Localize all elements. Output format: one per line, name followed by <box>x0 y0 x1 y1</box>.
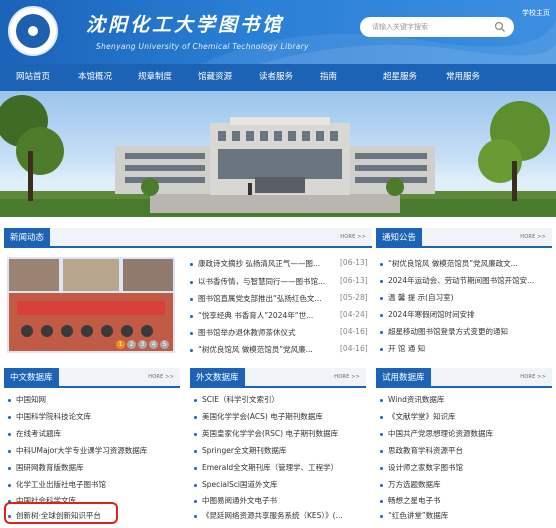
trial-db-item[interactable]: 思政教育学科资源平台 <box>380 445 463 456</box>
cn-db-panel-title: 中文数据库 <box>4 368 59 388</box>
en-db-item[interactable]: 《昆廷网络资源共享服务系统（KES）》(... <box>194 510 368 521</box>
nav-item-about[interactable]: 本馆概况 <box>78 64 112 91</box>
notice-item[interactable]: 2024年寒假闭馆时间安排 <box>380 309 552 320</box>
trial-db-panel-title: 试用数据库 <box>376 368 431 388</box>
university-logo[interactable] <box>8 6 58 56</box>
cn-db-more-link[interactable]: HORE >> <box>148 374 174 380</box>
notice-more-link[interactable]: HORE >> <box>520 234 546 240</box>
en-db-item[interactable]: 英国皇家化学学会(RSC) 电子期刊数据库 <box>194 428 368 439</box>
trial-db-item[interactable]: “红色讲堂”数据库 <box>380 510 448 521</box>
pager-dot-4[interactable]: 4 <box>149 340 158 349</box>
pager-dot-3[interactable]: 3 <box>138 340 147 349</box>
cn-db-item[interactable]: 在线考试题库 <box>8 428 61 439</box>
trial-db-item[interactable]: 万方选题数据库 <box>380 479 441 490</box>
site-title: 沈阳化工大学图书馆 <box>86 14 285 36</box>
search-icon[interactable] <box>494 21 506 33</box>
notice-panel-header: 通知公告 HORE >> <box>376 228 552 248</box>
notice-panel-title: 通知公告 <box>376 228 423 248</box>
en-db-item[interactable]: 中图易阅通外文电子书 <box>194 495 368 506</box>
highlight-box <box>4 502 118 524</box>
en-db-item[interactable]: Emerald全文期刊库（管理学、工程学） <box>194 462 368 473</box>
news-more-link[interactable]: HORE >> <box>340 234 366 240</box>
notice-item[interactable]: 温 馨 提 示(自习室) <box>380 292 552 303</box>
nav-item-resources[interactable]: 馆藏资源 <box>198 64 232 91</box>
nav-item-rules[interactable]: 规章制度 <box>138 64 172 91</box>
main-nav: 网站首页 本馆概况 规章制度 馆藏资源 读者服务 指南 超星服务 常用服务 <box>0 64 556 91</box>
nav-item-guide[interactable]: 指南 <box>320 64 337 91</box>
notice-item[interactable]: “树优良馆风 做模范馆员”党风廉政文... <box>380 258 552 269</box>
school-home-link[interactable]: 学校主页 <box>522 8 550 18</box>
trial-db-item[interactable]: 中国共产党思想理论资源数据库 <box>380 428 493 439</box>
trial-db-item[interactable]: 畅想之星电子书 <box>380 495 441 506</box>
trial-db-item[interactable]: Wind资讯数据库 <box>380 394 444 405</box>
site-subtitle: Shenyang University of Chemical Technolo… <box>96 42 309 51</box>
nav-item-reader-service[interactable]: 读者服务 <box>259 64 293 91</box>
en-db-item[interactable]: Springer全文期刊数据库 <box>194 445 368 456</box>
cn-db-item[interactable]: 化学工业出版社电子图书馆 <box>8 479 106 490</box>
cn-db-item[interactable]: 中国知网 <box>8 394 46 405</box>
nav-item-common[interactable]: 常用服务 <box>446 64 480 91</box>
trial-db-item[interactable]: 《文献学堂》知识库 <box>380 411 456 422</box>
trial-db-more-link[interactable]: HORE >> <box>520 374 546 380</box>
search-box[interactable]: 请输入关键字搜索 <box>360 17 514 37</box>
cn-db-item[interactable]: 中国科学院科技论文库 <box>8 411 91 422</box>
notice-item[interactable]: 2024年运动会、劳动节期间图书馆开馆安... <box>380 275 552 286</box>
library-building-illustration <box>0 95 556 217</box>
pager-dot-1[interactable]: 1 <box>116 340 125 349</box>
en-db-panel-title: 外文数据库 <box>190 368 245 388</box>
nav-item-home[interactable]: 网站首页 <box>16 64 50 91</box>
news-panel-title: 新闻动态 <box>4 228 51 248</box>
pager-dot-5[interactable]: 5 <box>160 340 169 349</box>
news-panel-header: 新闻动态 HORE >> <box>4 228 372 248</box>
news-photo-collage[interactable] <box>7 257 175 353</box>
en-db-item[interactable]: SpecialSci国道外文库 <box>194 479 368 490</box>
hero-banner-image <box>0 91 556 217</box>
search-input[interactable]: 请输入关键字搜索 <box>372 22 428 32</box>
en-db-more-link[interactable]: HORE >> <box>334 374 360 380</box>
notice-item[interactable]: 开 馆 通 知 <box>380 343 552 354</box>
nav-item-chaoxing[interactable]: 超星服务 <box>383 64 417 91</box>
cn-db-item[interactable]: 中科UMajor大学专业课学习资源数据库 <box>8 445 147 456</box>
trial-db-item[interactable]: 设计师之家数字图书馆 <box>380 462 463 473</box>
cn-db-panel-header: 中文数据库 HORE >> <box>4 368 180 388</box>
news-carousel-pager: 12345 <box>116 340 171 350</box>
cn-db-item[interactable]: 国研网教育版数据库 <box>8 462 84 473</box>
pager-dot-2[interactable]: 2 <box>127 340 136 349</box>
trial-db-panel-header: 试用数据库 HORE >> <box>376 368 552 388</box>
notice-item[interactable]: 超星移动图书馆登录方式变更的通知 <box>380 326 552 337</box>
news-photos-image <box>9 259 173 351</box>
en-db-item[interactable]: 美国化学学会(ACS) 电子期刊数据库 <box>194 411 368 422</box>
en-db-panel-header: 外文数据库 HORE >> <box>190 368 366 388</box>
site-header: 沈阳化工大学图书馆 Shenyang University of Chemica… <box>0 0 556 64</box>
en-db-item[interactable]: SCIE（科学引文索引） <box>194 394 368 405</box>
